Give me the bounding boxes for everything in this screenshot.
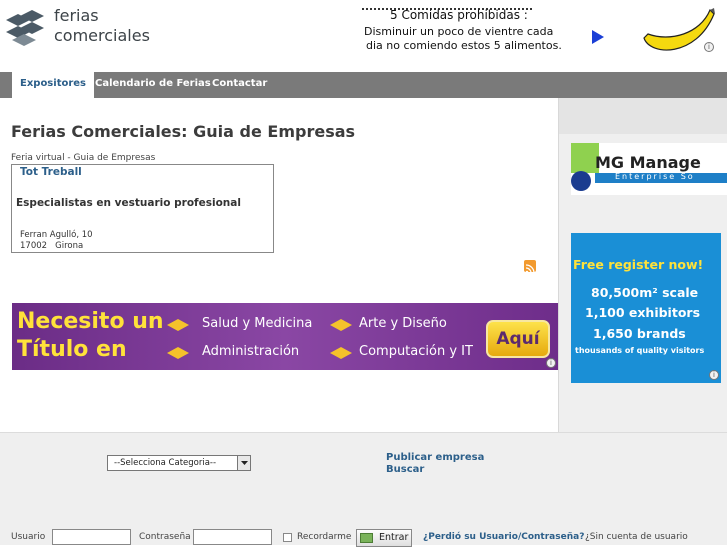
diamond-icon [330,319,352,331]
sidebar-ad-line-4: thousands of quality visitors [575,346,705,355]
sidebar-ad-line-2: 1,100 exhibitors [585,305,701,320]
diamond-icon [167,347,189,359]
remember-label: Recordarme [297,532,352,542]
company-name-link[interactable]: Tot Treball [20,166,82,178]
banner-item-arte: Arte y Diseño [359,316,447,331]
nav-item-calendario[interactable]: Calendario de Ferias [87,72,219,98]
forgot-password-link[interactable]: ¿Perdió su Usuario/Contraseña? [423,532,584,542]
logo-text[interactable]: ferias comerciales [54,6,150,46]
top-ad-line-3: dia no comiendo estos 5 alimentos. [366,39,562,52]
sidebar-ad-line-3: 1,650 brands [593,326,686,341]
breadcrumb: Feria virtual - Guia de Empresas [11,153,156,163]
ad-info-icon[interactable]: i [546,358,556,368]
logo-icon[interactable] [4,10,46,46]
user-input[interactable] [52,529,131,545]
user-label: Usuario [11,532,46,542]
login-button[interactable]: Entrar [356,529,412,547]
sidebar-ad-mg[interactable]: MG Manage Enterprise So [571,143,727,195]
site-footer: --Selecciona Categoria-- Publicar empres… [0,432,727,547]
banner-item-salud: Salud y Medicina [202,316,313,331]
category-select-value: --Selecciona Categoria-- [114,458,217,468]
sidebar-band [559,98,727,134]
banner-item-administracion: Administración [202,344,300,359]
sidebar-ad-line-1: 80,500m² scale [591,285,699,300]
login-button-label: Entrar [379,532,409,543]
remember-checkbox[interactable] [283,533,292,542]
play-arrow-icon[interactable] [592,30,604,44]
main-navigation: Expositores Calendario de Ferias Contact… [0,72,727,98]
banner-line-2: Título en [17,337,127,362]
banner-cta-button[interactable]: Aquí [486,320,550,358]
login-icon [360,533,373,543]
logo-line-2: comerciales [54,26,150,45]
company-city: 17002 Girona [20,241,84,251]
category-select[interactable]: --Selecciona Categoria-- [107,455,251,471]
page-title: Ferias Comerciales: Guia de Empresas [11,122,356,141]
dropdown-arrow-icon[interactable] [237,456,250,470]
no-account-text: ¿Sin cuenta de usuario [585,532,688,542]
top-advertisement[interactable]: 5 Comidas prohibidas : Disminuir un poco… [362,8,722,64]
diamond-icon [167,319,189,331]
password-input[interactable] [193,529,272,545]
search-link[interactable]: Buscar [386,464,424,475]
sidebar-ad-register[interactable]: Free register now! 80,500m² scale 1,100 … [571,233,721,383]
logo-line-1: ferias [54,6,99,25]
banner-advertisement[interactable]: Necesito un Título en Salud y Medicina A… [12,303,558,370]
ad-info-icon[interactable]: i [704,42,714,52]
diamond-icon [330,347,352,359]
top-ad-line-2: Disminuir un poco de vientre cada [364,25,554,38]
company-card: Tot Treball Especialistas en vestuario p… [11,164,274,253]
nav-item-contactar[interactable]: Contactar [204,72,275,98]
right-sidebar: MG Manage Enterprise So Free register no… [558,98,727,432]
sidebar-ad-mg-title: MG Manage [595,153,701,172]
nav-item-expositores[interactable]: Expositores [12,72,95,98]
company-address: Ferran Agulló, 10 [20,230,93,240]
rss-icon[interactable] [524,260,536,274]
publish-company-link[interactable]: Publicar empresa [386,452,484,463]
sidebar-ad-headline: Free register now! [573,257,704,272]
password-label: Contraseña [139,532,191,542]
company-description: Especialistas en vestuario profesional [16,197,241,209]
sidebar-ad-mg-sub: Enterprise So [615,172,695,181]
ad-info-icon[interactable]: i [709,370,719,380]
site-header: ferias comerciales 5 Comidas prohibidas … [0,0,727,72]
banner-item-computacion: Computación y IT [359,344,473,359]
top-ad-line-1: 5 Comidas prohibidas : [390,8,528,22]
banner-line-1: Necesito un [17,309,164,334]
